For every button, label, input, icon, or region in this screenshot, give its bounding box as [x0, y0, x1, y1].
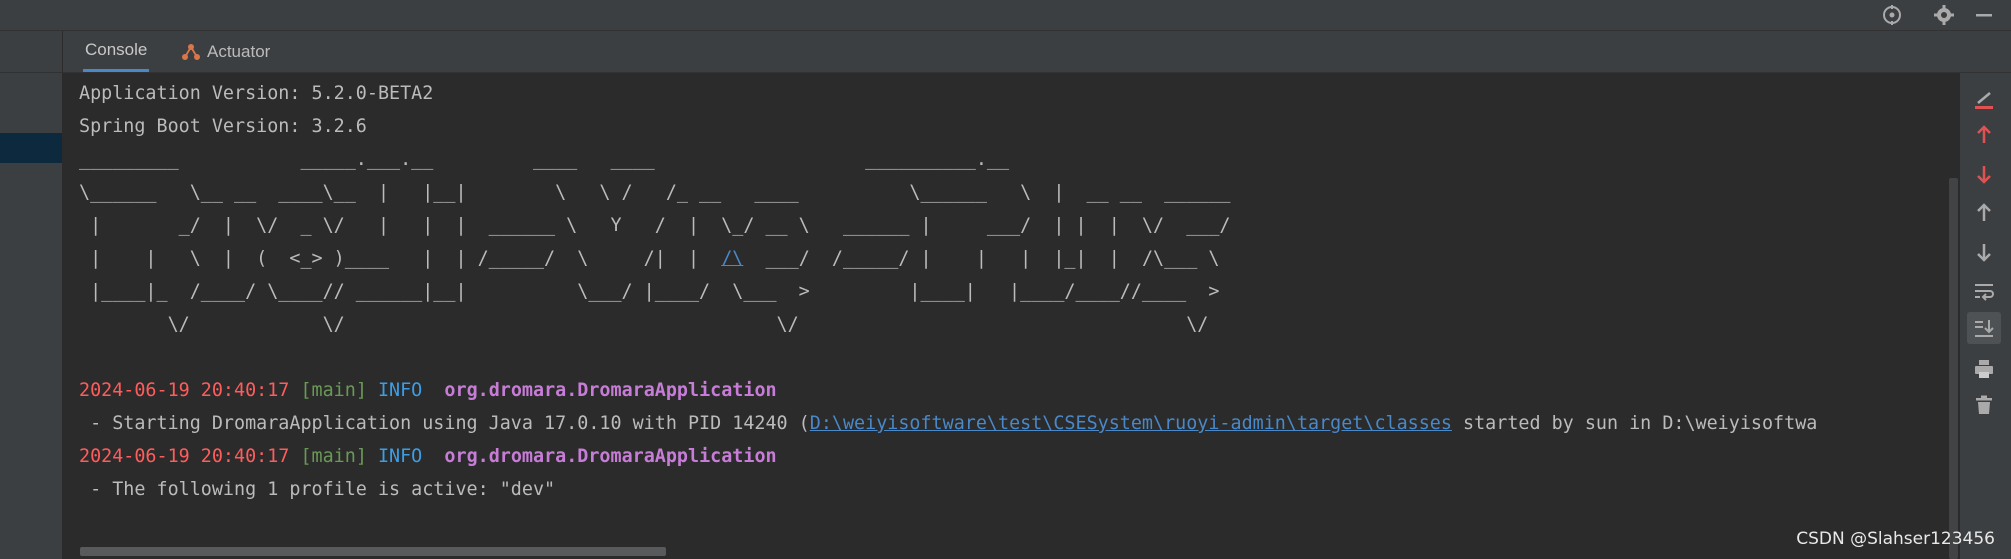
- log-logger: org.dromara.DromaraApplication: [444, 446, 777, 467]
- arrow-up-red-icon: [1977, 125, 1991, 143]
- previous-error-button[interactable]: [1967, 119, 2001, 151]
- boot-version-line: Spring Boot Version: 3.2.6: [79, 116, 367, 137]
- left-panel: [0, 31, 63, 559]
- banner-line: | _/ | \/ _ \/ | | | ______ \ Y / | \_/ …: [79, 215, 1231, 236]
- trash-icon: [1976, 395, 1992, 414]
- scroll-down-button[interactable]: [1967, 236, 2001, 268]
- tab-actuator[interactable]: Actuator: [181, 31, 270, 72]
- scroll-up-button[interactable]: [1967, 197, 2001, 229]
- banner-link[interactable]: /\: [721, 248, 743, 269]
- console-side-toolbar: [1960, 73, 2011, 559]
- arrow-up-icon: [1977, 203, 1991, 221]
- minimize-icon[interactable]: [1972, 4, 1996, 26]
- top-toolbar: [0, 0, 2011, 31]
- banner-line-tail: ___/ /_____/ | | | |_| | /\___ \: [743, 248, 1220, 269]
- banner-line: \/ \/ \/ \/: [79, 314, 1209, 335]
- log-timestamp: 2024-06-19 20:40:17: [79, 446, 290, 467]
- log-logger: org.dromara.DromaraApplication: [444, 380, 777, 401]
- log-message: - The following 1 profile is active: "de…: [79, 479, 556, 500]
- arrow-down-icon: [1977, 244, 1991, 262]
- horizontal-scrollbar[interactable]: [80, 547, 666, 556]
- banner-line: | | \ | ( <_> )____ | | /_____/ \ /| |: [79, 248, 722, 269]
- soft-wrap-icon: [1975, 284, 1994, 301]
- tab-console[interactable]: Console: [83, 31, 150, 72]
- app-version-line: Application Version: 5.2.0-BETA2: [79, 83, 434, 104]
- log-timestamp: 2024-06-19 20:40:17: [79, 380, 290, 401]
- vertical-scrollbar[interactable]: [1949, 178, 1958, 559]
- clear-all-button[interactable]: [1967, 389, 2001, 421]
- log-level: INFO: [377, 380, 423, 401]
- classpath-link[interactable]: D:\weiyisoftware\test\CSESystem\ruoyi-ad…: [810, 413, 1452, 434]
- log-message: - Starting DromaraApplication using Java…: [79, 413, 810, 434]
- arrow-down-red-icon: [1977, 166, 1991, 184]
- banner-line: |____|_ /____/ \____// ______|__| \___/ …: [79, 281, 1220, 302]
- crosshair-icon[interactable]: [1880, 4, 1904, 26]
- clear-highlight-button[interactable]: [1967, 83, 2001, 115]
- console-log: Application Version: 5.2.0-BETA2 Spring …: [79, 77, 1817, 506]
- banner-line: \______ \__ __ ____\__ | |__| \ \ / /_ _…: [79, 182, 1231, 203]
- banner-line: _________ _____.___.__ ____ ____ _______…: [79, 149, 1010, 170]
- print-button[interactable]: [1967, 353, 2001, 385]
- actuator-icon: [182, 43, 200, 60]
- log-thread: [main]: [300, 446, 367, 467]
- log-thread: [main]: [300, 380, 367, 401]
- log-message-suffix: started by sun in D:\weiyisoftwa: [1451, 413, 1818, 434]
- tab-actuator-label: Actuator: [207, 41, 271, 61]
- scroll-to-end-button[interactable]: [1967, 312, 2001, 344]
- soft-wrap-button[interactable]: [1967, 275, 2001, 307]
- console-output[interactable]: Application Version: 5.2.0-BETA2 Spring …: [63, 73, 1950, 543]
- pencil-icon: [1975, 92, 1993, 109]
- watermark: CSDN @Slahser123456: [1796, 529, 1995, 549]
- left-panel-divider: [0, 72, 62, 73]
- tool-window-tabs: Console Actuator: [63, 31, 2011, 73]
- left-panel-selected-item[interactable]: [0, 133, 62, 163]
- log-level: INFO: [377, 446, 423, 467]
- scroll-to-end-icon: [1975, 320, 1994, 337]
- gear-icon[interactable]: [1932, 4, 1956, 26]
- printer-icon: [1975, 360, 1993, 378]
- tab-console-label: Console: [85, 40, 148, 59]
- next-error-button[interactable]: [1967, 158, 2001, 190]
